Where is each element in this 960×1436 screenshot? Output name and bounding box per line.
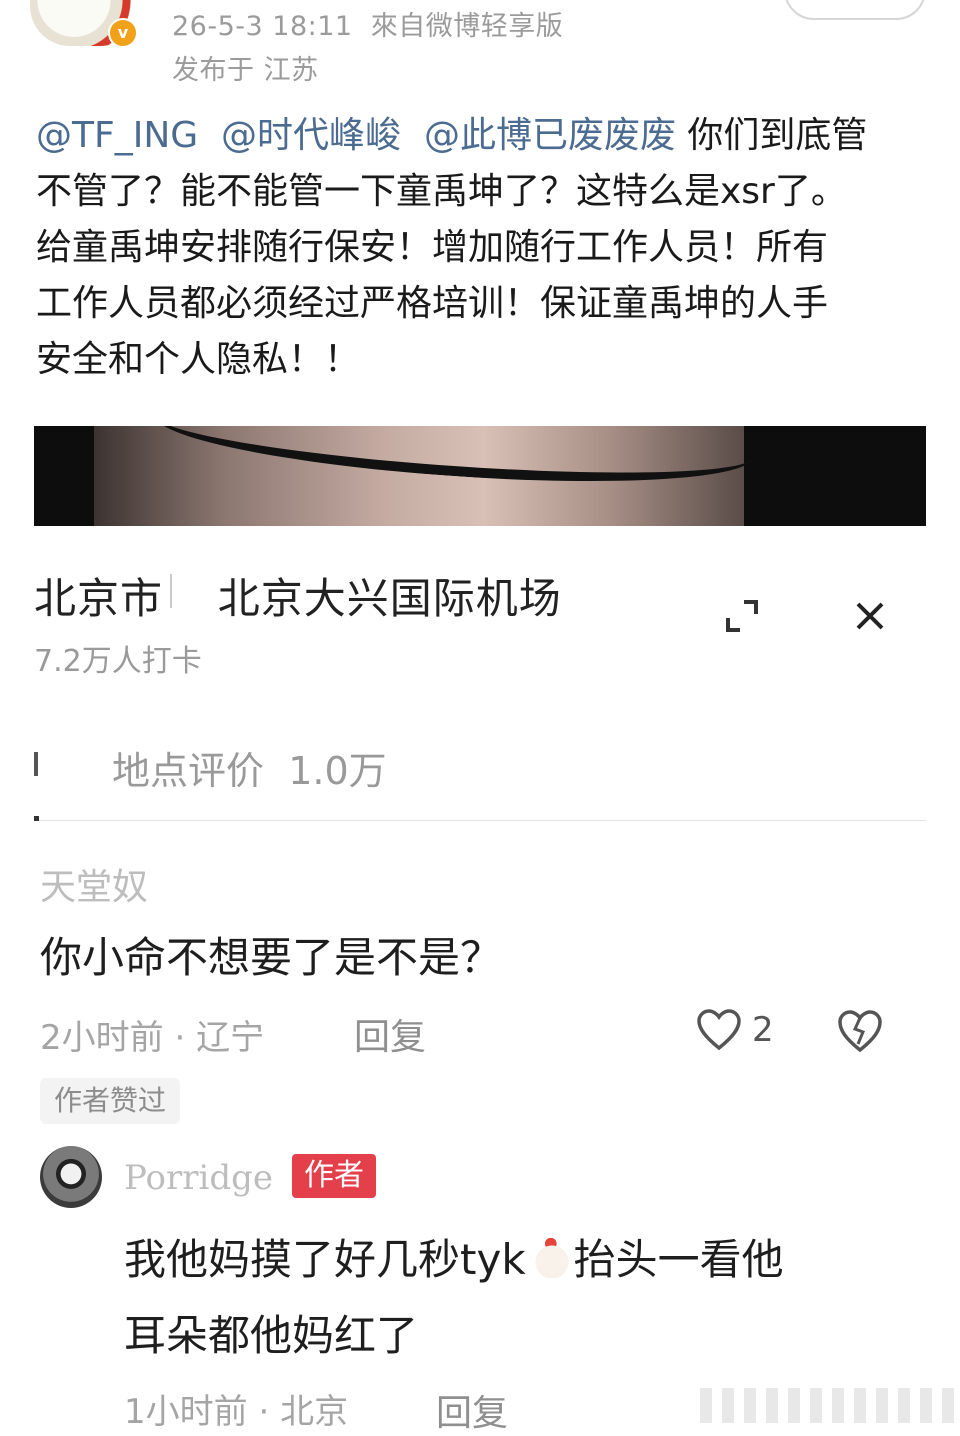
location-title[interactable]: 北京市 北京大兴国际机场	[34, 565, 562, 626]
post-location: 发布于 江苏	[172, 55, 319, 86]
reply-button[interactable]: 回复	[436, 1384, 508, 1436]
post-text-line: 安全和个人隐私！！	[36, 339, 361, 380]
author-liked-badge: 作者赞过	[40, 1078, 181, 1124]
like-count: 2	[752, 1010, 774, 1050]
comment-meta: 2小时前 · 辽宁	[40, 1018, 265, 1058]
post-source: 來自微博轻享版	[370, 11, 564, 42]
comment-username[interactable]: Porridge	[124, 1158, 273, 1198]
review-marker	[34, 752, 38, 776]
commenter-avatar[interactable]	[40, 1146, 102, 1208]
mention-link[interactable]: @此博已废废废	[424, 115, 676, 156]
post-text-line: 你们到底管	[687, 115, 868, 156]
post-meta-line: 26-5-3 18:11 來自微博轻享版	[172, 4, 563, 43]
section-divider	[34, 820, 926, 821]
follow-button[interactable]	[784, 0, 926, 20]
comment-time: 2小时前	[40, 1018, 164, 1058]
expand-icon[interactable]	[722, 596, 762, 636]
location-checkins: 7.2万人打卡	[34, 644, 202, 679]
comment-text-part: 抬头一看他	[573, 1235, 784, 1284]
mention-link[interactable]: @TF_ING	[36, 115, 198, 156]
post-body: @TF_ING @时代峰峻 @此博已废废废 你们到底管 不管了？能不能管一下童禹…	[36, 108, 926, 388]
location-review[interactable]: 地点评价 1.0万	[112, 740, 387, 795]
comment-region: 辽宁	[196, 1018, 265, 1058]
chicken-emoji-icon	[529, 1238, 570, 1278]
review-label: 地点评价	[112, 749, 265, 793]
location-city: 北京市	[34, 574, 164, 623]
comment-meta: 1小时前 · 北京	[124, 1392, 349, 1432]
comment-text: 耳朵都他妈红了	[124, 1311, 419, 1360]
comment-region: 北京	[280, 1392, 349, 1432]
location-place: 北京大兴国际机场	[217, 574, 562, 623]
post-image[interactable]	[34, 426, 926, 526]
comment-text-part: 我他妈摸了好几秒tyk	[124, 1235, 526, 1284]
comment-text: 你小命不想要了是不是？	[40, 933, 503, 982]
review-count: 1.0万	[288, 749, 387, 793]
divider-dot	[34, 816, 39, 821]
broken-heart-icon[interactable]	[836, 1008, 884, 1054]
post-text-line: 工作人员都必须经过严格培训！保证童禹坤的人手	[36, 283, 829, 324]
post-text-line: 不管了？能不能管一下童禹坤了？这特么是xsr了。	[36, 171, 847, 212]
comment-text: 我他妈摸了好几秒tyk 抬头一看他	[124, 1226, 784, 1287]
close-icon[interactable]	[850, 596, 890, 636]
comment-username[interactable]: 天堂奴	[40, 858, 148, 910]
post-timestamp: 26-5-3 18:11	[172, 11, 353, 42]
verified-badge-icon: v	[108, 18, 138, 48]
heart-icon[interactable]	[696, 1008, 742, 1052]
watermark-strip	[700, 1388, 960, 1423]
mention-link[interactable]: @时代峰峻	[221, 115, 401, 156]
author-tag: 作者	[292, 1154, 376, 1198]
post-text-line: 给童禹坤安排随行保安！增加随行工作人员！所有	[36, 227, 829, 268]
location-separator	[170, 574, 172, 608]
reply-button[interactable]: 回复	[354, 1008, 426, 1060]
comment-time: 1小时前	[124, 1392, 248, 1432]
